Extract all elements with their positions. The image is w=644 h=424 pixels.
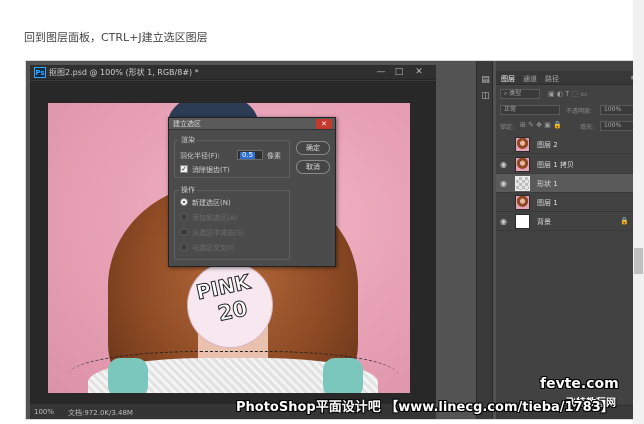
lock-icons[interactable]: ⊞ ✎ ✥ ▣ 🔒 <box>520 121 562 129</box>
cancel-button[interactable]: 取消 <box>296 160 330 174</box>
properties-icon[interactable]: ◫ <box>480 91 491 102</box>
document-window: Ps 抠图2.psd @ 100% (形状 1, RGB/8#) * — □ ✕… <box>30 65 436 419</box>
visibility-eye-icon[interactable]: ◉ <box>500 179 507 188</box>
lock-label: 锁定: <box>500 124 515 131</box>
radio-new-selection[interactable] <box>180 198 188 206</box>
layer-thumbnail <box>515 195 530 210</box>
layer-name: 形状 1 <box>537 180 558 188</box>
new-selection-label: 新建选区(N) <box>192 199 231 207</box>
make-selection-dialog: 建立选区 ✕ 渲染 羽化半径(F): 0.5 像素 ✓ 消除锯齿(T) 操作 新… <box>168 117 336 267</box>
operation-group-label: 操作 <box>179 185 197 195</box>
document-tab[interactable]: Ps 抠图2.psd @ 100% (形状 1, RGB/8#) * — □ ✕ <box>30 65 436 80</box>
tab-layers[interactable]: 图层 <box>501 74 515 84</box>
opacity-label: 不透明度: <box>566 108 593 115</box>
minimize-icon[interactable]: — <box>374 66 388 78</box>
opacity-input[interactable]: 100% <box>600 105 634 115</box>
layer-row-shape1[interactable]: ◉ 形状 1 <box>496 174 639 193</box>
maximize-icon[interactable]: □ <box>392 66 406 78</box>
dialog-titlebar[interactable]: 建立选区 ✕ <box>169 118 335 130</box>
tab-paths[interactable]: 路径 <box>545 74 559 84</box>
antialias-checkbox[interactable]: ✓ <box>180 165 188 173</box>
zoom-readout[interactable]: 100% <box>34 408 54 416</box>
layer-thumbnail <box>515 137 530 152</box>
filter-kind-label: 类型 <box>509 90 522 97</box>
subtract-from-selection-label: 从选区中减去(S) <box>192 229 244 237</box>
layer-name: 背景 <box>537 218 551 226</box>
article-caption: 回到图层面板，CTRL+J建立选区图层 <box>24 31 208 44</box>
lock-row: 锁定: ⊞ ✎ ✥ ▣ 🔒 填充: 100% <box>496 121 639 133</box>
document-size: 文档:972.0K/3.48M <box>68 409 133 417</box>
layer-row-background[interactable]: ◉ 背景 🔒 <box>496 212 639 231</box>
layers-panel: 图层 通道 路径 ≡ ⌕ 类型 ▣ ◐ T ⬚ ▭ 正常 不透明度: 100% … <box>496 61 639 419</box>
tab-channels[interactable]: 通道 <box>523 74 537 84</box>
ok-button[interactable]: 确定 <box>296 141 330 155</box>
fill-input[interactable]: 100% <box>600 121 634 131</box>
panel-dock: ▤ ◫ <box>476 61 493 419</box>
lock-icon: 🔒 <box>620 217 629 225</box>
dialog-title: 建立选区 <box>173 120 201 128</box>
visibility-eye-icon[interactable]: ◉ <box>500 217 507 226</box>
fill-label: 填充: <box>580 124 595 131</box>
layer-thumbnail <box>515 176 530 191</box>
photoshop-screenshot: Ps 抠图2.psd @ 100% (形状 1, RGB/8#) * — □ ✕… <box>25 60 640 420</box>
page-scrollbar[interactable] <box>633 0 644 424</box>
feather-radius-value: 0.5 <box>240 151 256 159</box>
intersect-selection-label: 与选区交叉(I) <box>192 244 235 252</box>
feather-unit: 像素 <box>267 152 281 160</box>
add-to-selection-label: 添加到选区(A) <box>192 214 238 222</box>
radio-add-to-selection[interactable] <box>180 213 188 221</box>
dialog-close-button[interactable]: ✕ <box>316 119 332 129</box>
site-logo: fevte.com <box>540 376 619 392</box>
feather-radius-input[interactable]: 0.5 <box>237 150 263 160</box>
radio-intersect-selection[interactable] <box>180 243 188 251</box>
layer-thumbnail <box>515 214 530 229</box>
blend-mode-select[interactable]: 正常 <box>500 105 560 115</box>
visibility-eye-icon[interactable]: ◉ <box>500 160 507 169</box>
blend-row: 正常 不透明度: 100% <box>496 105 639 117</box>
scrollbar-thumb[interactable] <box>634 248 643 274</box>
history-icon[interactable]: ▤ <box>480 75 491 86</box>
filter-kind-select[interactable]: ⌕ 类型 <box>500 89 540 99</box>
antialias-label: 消除锯齿(T) <box>192 166 230 174</box>
close-icon[interactable]: ✕ <box>412 66 426 78</box>
feather-label: 羽化半径(F): <box>180 152 220 160</box>
layer-row-layer1-copy[interactable]: ◉ 图层 1 拷贝 <box>496 155 639 174</box>
filter-icons[interactable]: ▣ ◐ T ⬚ ▭ <box>548 90 587 98</box>
radio-subtract-from-selection[interactable] <box>180 228 188 236</box>
layer-row-layer2[interactable]: 图层 2 <box>496 135 639 154</box>
layer-name: 图层 1 <box>537 199 558 207</box>
panel-tabs: 图层 通道 路径 ≡ <box>496 71 639 85</box>
filter-row: ⌕ 类型 ▣ ◐ T ⬚ ▭ <box>496 89 639 101</box>
layer-row-layer1[interactable]: 图层 1 <box>496 193 639 212</box>
render-group-label: 渲染 <box>179 135 197 145</box>
photoshop-icon: Ps <box>34 67 46 78</box>
document-title: 抠图2.psd @ 100% (形状 1, RGB/8#) * <box>49 68 199 77</box>
watermark-text: PhotoShop平面设计吧 【www.linecg.com/tieba/178… <box>236 400 614 415</box>
selection-marquee <box>68 351 398 393</box>
layer-thumbnail <box>515 157 530 172</box>
layer-name: 图层 2 <box>537 141 558 149</box>
layer-name: 图层 1 拷贝 <box>537 161 574 169</box>
